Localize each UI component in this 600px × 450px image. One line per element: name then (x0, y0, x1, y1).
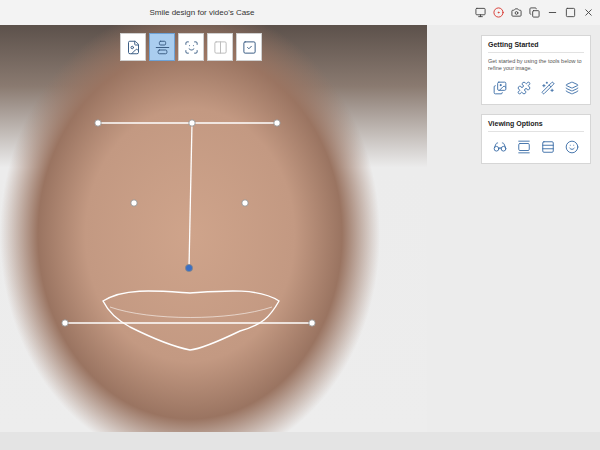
gallery-icon[interactable] (517, 140, 531, 154)
face-photo (0, 25, 427, 432)
record-icon[interactable] (493, 7, 504, 18)
windows-button[interactable] (528, 7, 540, 19)
facial-midline[interactable] (189, 123, 192, 268)
occlusal-line[interactable] (65, 322, 312, 323)
smile-guides (0, 25, 427, 432)
side-panel: Getting Started Get started by using the … (427, 25, 600, 432)
tool-button[interactable] (564, 139, 580, 155)
wand-icon[interactable] (541, 81, 555, 95)
windows-icon[interactable] (529, 7, 540, 18)
occlusal-handle[interactable] (62, 320, 68, 326)
bottom-strip (0, 432, 600, 450)
screen-button[interactable] (474, 7, 486, 19)
tool-button[interactable] (540, 80, 556, 96)
panel-description: Get started by using the tools below to … (488, 58, 584, 73)
midline-icon[interactable] (155, 40, 170, 55)
midline-handle[interactable] (185, 264, 192, 271)
window-title: Smile design for video's Case (0, 8, 474, 17)
panel-title: Getting Started (488, 41, 584, 53)
camera-button[interactable] (510, 7, 522, 19)
compare-icon[interactable] (213, 40, 228, 55)
close-icon[interactable] (583, 7, 594, 18)
photo-icon[interactable] (126, 40, 141, 55)
toolbar-button[interactable] (149, 33, 175, 61)
nose-handle[interactable] (242, 200, 248, 206)
main-area: Getting Started Get started by using the … (0, 25, 600, 432)
face-icon[interactable] (184, 40, 199, 55)
tool-row (488, 137, 584, 157)
tool-button[interactable] (516, 139, 532, 155)
tool-button[interactable] (540, 139, 556, 155)
screen-icon[interactable] (475, 7, 486, 18)
nose-handle[interactable] (131, 200, 137, 206)
panel-card: Getting Started Get started by using the … (481, 35, 591, 105)
smile-icon[interactable] (565, 140, 579, 154)
eye-handle[interactable] (95, 120, 101, 126)
images-icon[interactable] (493, 81, 507, 95)
finish-icon[interactable] (242, 40, 257, 55)
toolbar-button[interactable] (207, 33, 233, 61)
title-bar: Smile design for video's Case (0, 0, 600, 25)
record-button[interactable] (492, 7, 504, 19)
panel-card: Viewing Options (481, 114, 591, 164)
maximize-icon[interactable] (565, 7, 576, 18)
smile-outline[interactable] (103, 291, 279, 350)
occlusal-handle[interactable] (309, 320, 315, 326)
tool-button[interactable] (492, 80, 508, 96)
eye-line[interactable] (98, 122, 277, 123)
app-window: Smile design for video's Case Getting Sta… (0, 0, 600, 450)
camera-icon[interactable] (511, 7, 522, 18)
toolbar-button[interactable] (236, 33, 262, 61)
tool-row (488, 78, 584, 98)
midline-handle[interactable] (189, 120, 195, 126)
glasses-icon[interactable] (493, 140, 507, 154)
title-controls (474, 7, 594, 19)
close-button[interactable] (582, 7, 594, 19)
toolbar-button[interactable] (120, 33, 146, 61)
tool-button[interactable] (564, 80, 580, 96)
layers-icon[interactable] (565, 81, 579, 95)
tool-button[interactable] (492, 139, 508, 155)
panel-title: Viewing Options (488, 120, 584, 132)
puzzle-icon[interactable] (517, 81, 531, 95)
upper-lip-line (110, 307, 272, 318)
toolbar-button[interactable] (178, 33, 204, 61)
eye-handle[interactable] (274, 120, 280, 126)
design-toolbar (120, 33, 262, 61)
maximize-button[interactable] (564, 7, 576, 19)
tool-button[interactable] (516, 80, 532, 96)
minimize-icon[interactable] (547, 7, 558, 18)
minimize-button[interactable] (546, 7, 558, 19)
rows-icon[interactable] (541, 140, 555, 154)
